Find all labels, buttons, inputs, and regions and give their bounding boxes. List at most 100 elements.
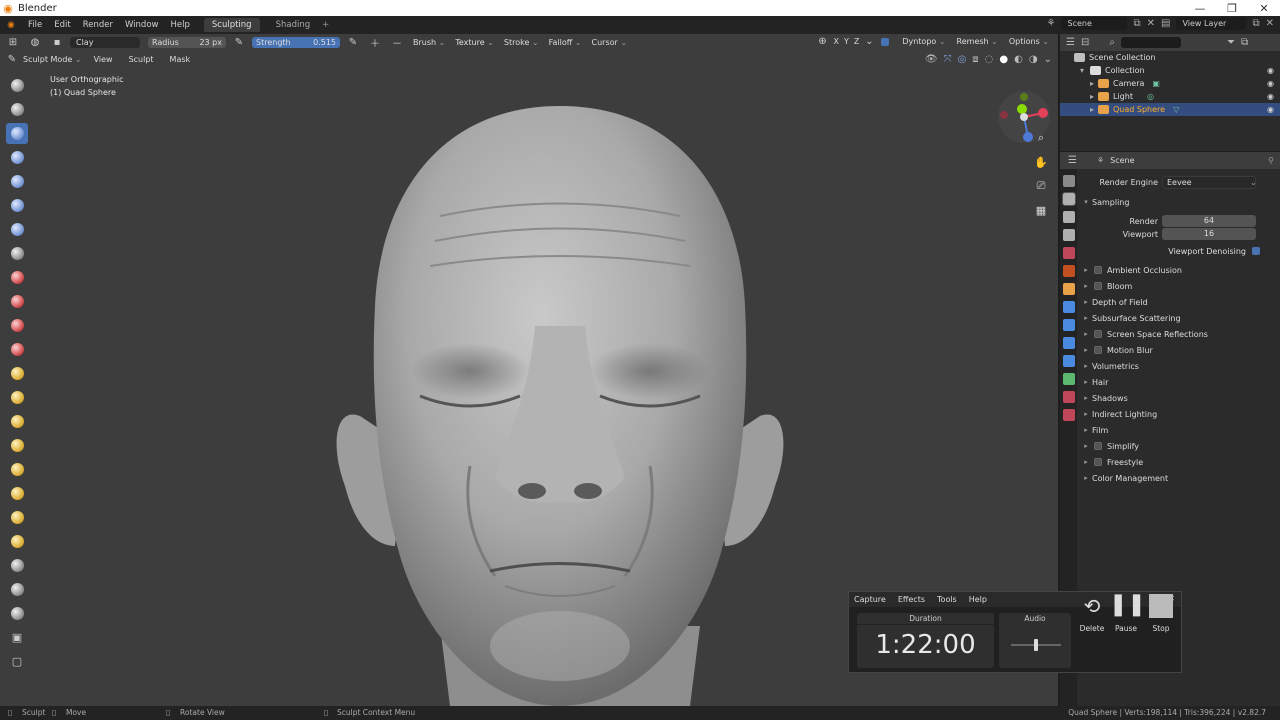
expand-arrow-icon[interactable]: ▾ (1080, 66, 1090, 75)
panel-sampling[interactable]: ▾ Sampling (1080, 195, 1276, 209)
menu-edit[interactable]: Edit (48, 20, 76, 30)
viewport-samples-field[interactable]: 16 (1162, 228, 1256, 240)
render-tab-icon[interactable] (1061, 192, 1076, 206)
zoom-icon[interactable]: ⌕ (1032, 129, 1050, 147)
camera-view-icon[interactable]: ⎚ (1032, 177, 1050, 195)
data-tab-icon[interactable] (1062, 373, 1075, 385)
menu-sculpt[interactable]: Sculpt (122, 55, 161, 64)
outliner-search-input[interactable] (1120, 37, 1181, 48)
nudge-brush-tool[interactable] (6, 507, 28, 528)
panel-indirect-lighting[interactable]: ▸ Indirect Lighting (1080, 407, 1276, 421)
scene-tab-icon[interactable] (1062, 247, 1075, 259)
dyntopo-menu[interactable]: Dyntopo (899, 37, 948, 46)
symmetry-options-icon[interactable]: ⌄ (864, 36, 874, 47)
visibility-icon[interactable]: 👁 (925, 54, 938, 65)
dyntopo-checkbox[interactable] (881, 37, 890, 46)
menu-help[interactable]: Help (164, 20, 195, 30)
pinch-brush-tool[interactable] (6, 363, 28, 384)
new-scene-icon[interactable]: ⧉ (1133, 18, 1140, 29)
expand-arrow-icon[interactable]: ▸ (1090, 105, 1098, 114)
clay-strips-brush-tool[interactable] (6, 147, 28, 168)
capture-menu-effects[interactable]: Effects (898, 595, 925, 604)
pause-button[interactable]: ❚❚ Pause (1109, 592, 1146, 633)
render-engine-dropdown[interactable]: Eevee (1162, 175, 1256, 189)
editor-type-icon[interactable]: ⊞ (4, 37, 22, 48)
panel-freestyle[interactable]: ▸ Freestyle (1080, 455, 1276, 469)
stop-button[interactable]: Stop (1144, 594, 1178, 633)
blob-brush-tool[interactable] (6, 219, 28, 240)
panel-subsurface-scattering[interactable]: ▸ Subsurface Scattering (1080, 311, 1276, 325)
panel-enable-checkbox[interactable] (1094, 330, 1102, 338)
grab-brush-tool[interactable] (6, 387, 28, 408)
scrape-brush-tool[interactable] (6, 339, 28, 360)
strength-slider[interactable]: Strength 0.515 (252, 37, 340, 48)
capture-menu-tools[interactable]: Tools (937, 595, 957, 604)
draw-sharp-brush-tool[interactable] (6, 99, 28, 120)
capture-menu-help[interactable]: Help (969, 595, 987, 604)
modifier-tab-icon[interactable] (1062, 301, 1075, 313)
output-tab-icon[interactable] (1062, 211, 1075, 223)
pan-hand-icon[interactable]: ✋ (1032, 153, 1050, 171)
outliner-editor-icon[interactable]: ☰ (1066, 37, 1075, 48)
filter-icon[interactable]: ⏷ (1227, 37, 1235, 48)
menu-file[interactable]: File (22, 20, 48, 30)
tool-tab-icon[interactable] (1062, 175, 1075, 187)
panel-enable-checkbox[interactable] (1094, 346, 1102, 354)
object-tab-icon[interactable] (1062, 283, 1075, 295)
outliner-row-collection[interactable]: ▾ Collection ◉ (1060, 64, 1280, 77)
panel-volumetrics[interactable]: ▸ Volumetrics (1080, 359, 1276, 373)
add-workspace-icon[interactable]: + (322, 20, 329, 30)
panel-enable-checkbox[interactable] (1094, 282, 1102, 290)
brush-browse-icon[interactable]: ▪ (48, 37, 66, 48)
clay-brush-tool[interactable] (6, 123, 28, 144)
panel-depth-of-field[interactable]: ▸ Depth of Field (1080, 295, 1276, 309)
radius-slider[interactable]: Radius 23 px (148, 37, 226, 48)
mesh-filter-tool[interactable]: ▢ (6, 651, 28, 672)
panel-bloom[interactable]: ▸ Bloom (1080, 279, 1276, 293)
texture-tab-icon[interactable] (1062, 409, 1075, 421)
outliner-row-camera[interactable]: ▸ Camera ▣ ◉ (1060, 77, 1280, 90)
delete-view-layer-icon[interactable]: ✕ (1266, 18, 1274, 29)
simplify-brush-tool[interactable] (6, 579, 28, 600)
rotate-brush-tool[interactable] (6, 531, 28, 552)
remesh-menu[interactable]: Remesh (954, 37, 1001, 46)
visibility-eye-icon[interactable]: ◉ (1267, 105, 1274, 114)
axis-z-toggle[interactable]: Z (854, 37, 859, 46)
strength-pressure-icon[interactable]: ✎ (344, 37, 362, 48)
pose-brush-tool[interactable] (6, 483, 28, 504)
wireframe-shading-icon[interactable]: ◌ (985, 54, 994, 65)
texture-menu[interactable]: Texture (452, 38, 497, 47)
subtract-direction-icon[interactable]: － (388, 35, 406, 50)
viewport-denoising-checkbox[interactable] (1252, 247, 1260, 255)
audio-slider[interactable] (1011, 639, 1061, 651)
pin-icon[interactable]: ⚲ (1268, 156, 1274, 165)
axis-y-toggle[interactable]: Y (844, 37, 849, 46)
panel-simplify[interactable]: ▸ Simplify (1080, 439, 1276, 453)
shading-options-icon[interactable]: ⌄ (1044, 54, 1052, 65)
particles-tab-icon[interactable] (1062, 319, 1075, 331)
sculpted-head-mesh[interactable] (320, 106, 800, 706)
view-layer-tab-icon[interactable] (1062, 229, 1075, 241)
view-layer-selector[interactable]: View Layer (1176, 17, 1247, 30)
visibility-eye-icon[interactable]: ◉ (1267, 66, 1274, 75)
panel-hair[interactable]: ▸ Hair (1080, 375, 1276, 389)
xray-toggle-icon[interactable]: ⧈ (972, 54, 978, 65)
panel-film[interactable]: ▸ Film (1080, 423, 1276, 437)
blender-menu-icon[interactable]: ◉ (0, 20, 22, 30)
maximize-button[interactable]: ❐ (1216, 0, 1248, 16)
crease-brush-tool[interactable] (6, 243, 28, 264)
brush-name-field[interactable]: Clay (70, 37, 140, 48)
menu-render[interactable]: Render (77, 20, 119, 30)
panel-motion-blur[interactable]: ▸ Motion Blur (1080, 343, 1276, 357)
snake-hook-brush-tool[interactable] (6, 435, 28, 456)
fill-brush-tool[interactable] (6, 315, 28, 336)
physics-tab-icon[interactable] (1062, 337, 1075, 349)
visibility-eye-icon[interactable]: ◉ (1267, 92, 1274, 101)
panel-screen-space-reflections[interactable]: ▸ Screen Space Reflections (1080, 327, 1276, 341)
outliner-row-scene-collection[interactable]: Scene Collection (1060, 51, 1280, 64)
symmetry-icon[interactable]: ⊕ (816, 36, 828, 47)
slide-relax-brush-tool[interactable] (6, 555, 28, 576)
panel-enable-checkbox[interactable] (1094, 442, 1102, 450)
tab-shading[interactable]: Shading (268, 18, 319, 32)
options-menu[interactable]: Options (1006, 37, 1052, 46)
